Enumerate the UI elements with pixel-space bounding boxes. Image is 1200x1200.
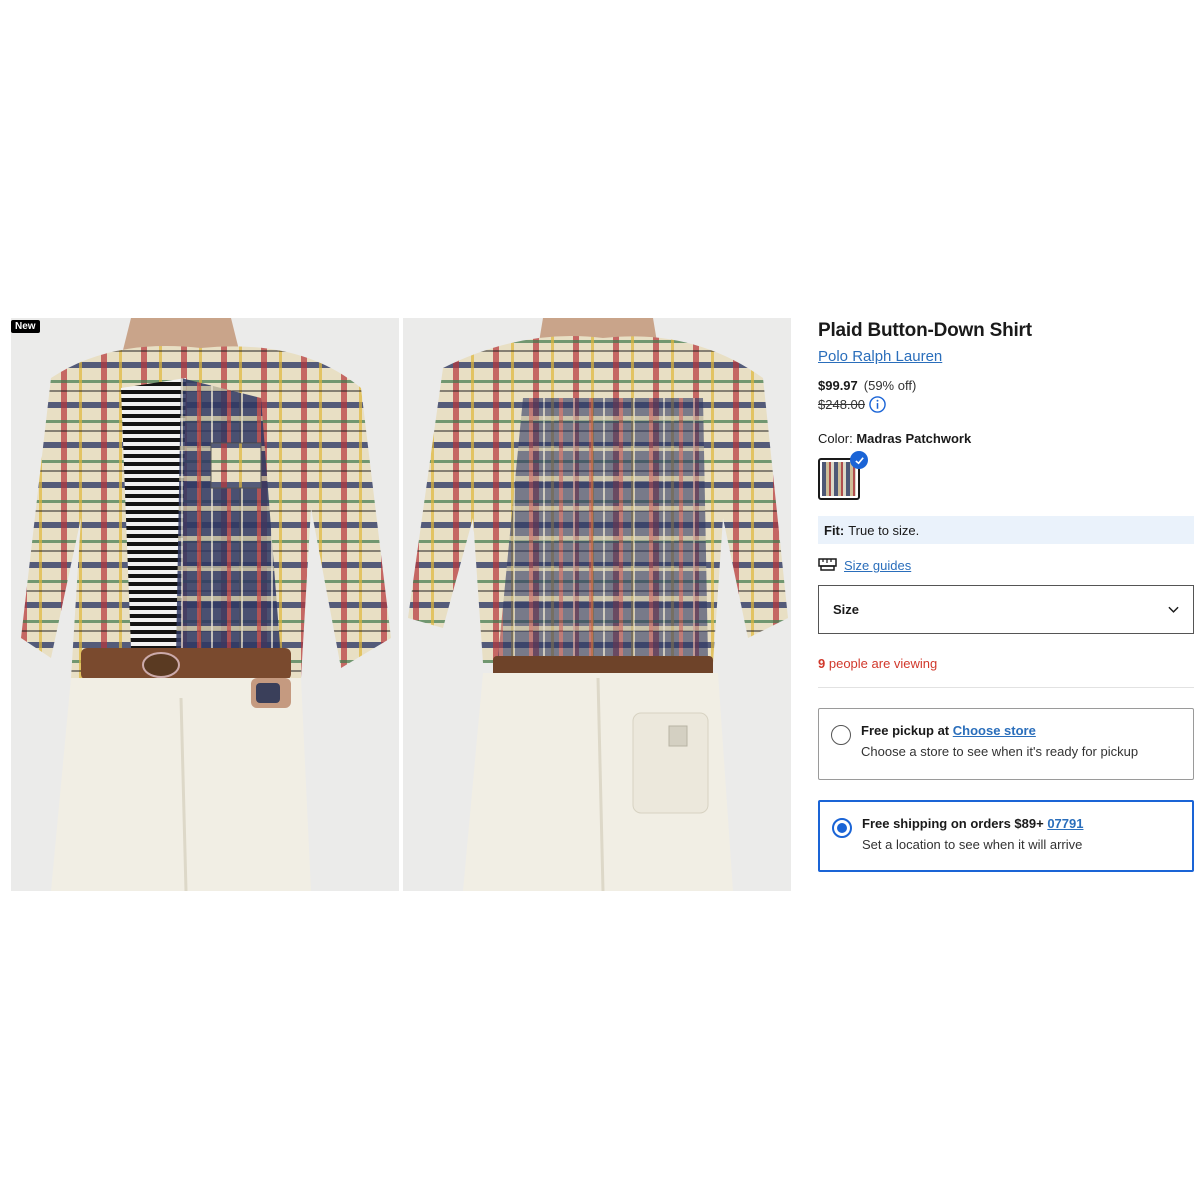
swatch-image	[822, 462, 856, 496]
fit-label: Fit:	[824, 522, 845, 538]
product-image-front[interactable]: New	[11, 318, 399, 891]
discount-percent: (59% off)	[863, 378, 917, 393]
pickup-option[interactable]: Free pickup at Choose store Choose a sto…	[818, 708, 1194, 780]
brand-link[interactable]: Polo Ralph Lauren	[818, 348, 942, 365]
fit-value: True to size.	[848, 522, 920, 538]
back-view-illustration	[403, 318, 791, 891]
viewing-count: 9	[818, 656, 826, 671]
size-dropdown[interactable]: Size	[818, 585, 1194, 634]
pickup-heading: Free pickup at Choose store	[861, 723, 1138, 738]
pickup-text: Free pickup at Choose store Choose a sto…	[861, 723, 1138, 765]
color-label-row: Color: Madras Patchwork	[818, 431, 1194, 446]
shipping-text: Free shipping on orders $89+ 07791 Set a…	[862, 816, 1083, 856]
ruler-icon	[818, 556, 838, 575]
front-view-illustration	[11, 318, 399, 891]
zip-code-link[interactable]: 07791	[1047, 816, 1083, 831]
pickup-subtext: Choose a store to see when it's ready fo…	[861, 744, 1139, 759]
shipping-option[interactable]: Free shipping on orders $89+ 07791 Set a…	[818, 800, 1194, 872]
pickup-radio[interactable]	[831, 725, 851, 745]
product-gallery: New	[11, 318, 791, 891]
product-info-panel: Plaid Button-Down Shirt Polo Ralph Laure…	[818, 318, 1194, 872]
product-image-back[interactable]	[403, 318, 791, 891]
size-guides-link[interactable]: Size guides	[844, 558, 911, 573]
size-guides-row[interactable]: Size guides	[818, 556, 1194, 575]
fit-note: Fit: True to size.	[818, 516, 1194, 544]
color-swatch-selected[interactable]	[818, 451, 868, 500]
divider	[818, 687, 1194, 688]
shipping-subtext: Set a location to see when it will arriv…	[862, 837, 1083, 852]
shipping-heading: Free shipping on orders $89+ 07791	[862, 816, 1083, 831]
checkmark-icon	[850, 451, 868, 469]
shipping-radio[interactable]	[832, 818, 852, 838]
original-price: $248.00	[818, 397, 865, 412]
sale-price: $99.97	[818, 378, 858, 393]
size-dropdown-label: Size	[833, 602, 860, 617]
color-value: Madras Patchwork	[856, 431, 972, 446]
price-row: $99.97 (59% off)	[818, 378, 1194, 393]
choose-store-link[interactable]: Choose store	[953, 723, 1036, 738]
product-title: Plaid Button-Down Shirt	[818, 320, 1032, 341]
viewing-notice: 9 people are viewing	[818, 656, 1194, 671]
new-badge: New	[11, 320, 40, 333]
info-icon[interactable]	[869, 396, 886, 413]
pickup-title: Free pickup at	[861, 723, 950, 738]
chevron-down-icon	[1168, 602, 1179, 617]
viewing-text: people are viewing	[828, 656, 938, 671]
shipping-title: Free shipping on orders $89+	[862, 816, 1044, 831]
original-price-row: $248.00	[818, 396, 1194, 413]
color-label: Color:	[818, 431, 853, 446]
